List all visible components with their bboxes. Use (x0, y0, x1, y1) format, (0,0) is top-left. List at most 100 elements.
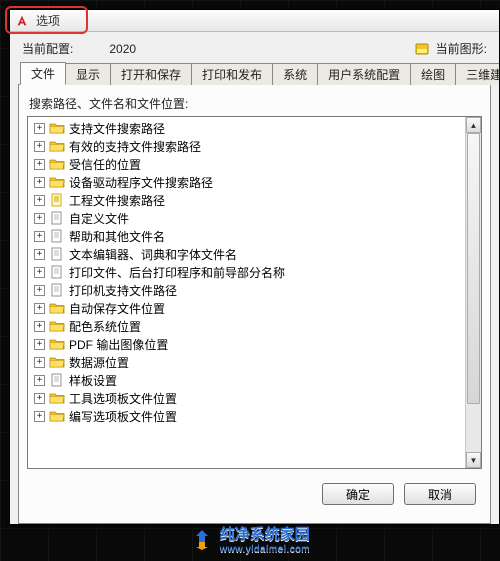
tree-node[interactable]: + 数据源位置 (34, 353, 465, 371)
tree-node-label: 工具选项板文件位置 (69, 390, 177, 407)
tab-files[interactable]: 文件 (20, 62, 66, 85)
current-profile-label: 当前配置: (22, 40, 73, 57)
tab-panel-files: 搜索路径、文件名和文件位置: + 支持文件搜索路径 + 有效的支持文件搜索路径 + 受信任… (18, 85, 491, 524)
file-icon (49, 265, 65, 279)
tree-node[interactable]: + 自动保存文件位置 (34, 299, 465, 317)
tab-label: 用户系统配置 (328, 68, 400, 82)
folder-icon (49, 175, 65, 189)
scroll-up-button[interactable]: ▲ (466, 117, 481, 133)
file-icon (49, 211, 65, 225)
tree-node-label: 有效的支持文件搜索路径 (69, 138, 201, 155)
file-icon (49, 247, 65, 261)
button-label: 确定 (346, 486, 370, 503)
tree-expander[interactable]: + (34, 321, 45, 332)
folder-icon (49, 337, 65, 351)
tab-system[interactable]: 系统 (272, 63, 318, 85)
tree-node[interactable]: + 编写选项板文件位置 (34, 407, 465, 425)
current-drawing-label: 当前图形: (436, 40, 487, 57)
tree-expander[interactable]: + (34, 303, 45, 314)
tree-expander[interactable]: + (34, 231, 45, 242)
scroll-thumb[interactable] (467, 133, 480, 404)
scroll-track[interactable] (466, 133, 481, 452)
tab-label: 文件 (31, 67, 55, 81)
tree-node-label: 工程文件搜索路径 (69, 192, 165, 209)
dialog-title: 选项 (36, 12, 60, 29)
tab-plot-publish[interactable]: 打印和发布 (191, 63, 273, 85)
tab-label: 显示 (76, 68, 100, 82)
watermark: 纯净系统家园 www.yidaimei.com (0, 523, 500, 555)
cancel-button[interactable]: 取消 (404, 483, 476, 505)
tree-node[interactable]: +配色系统位置 (34, 317, 465, 335)
panel-label: 搜索路径、文件名和文件位置: (29, 95, 482, 112)
vertical-scrollbar[interactable]: ▲ ▼ (465, 117, 481, 468)
tab-label: 绘图 (421, 68, 445, 82)
tree-expander[interactable]: + (34, 213, 45, 224)
watermark-title: 纯净系统家园 (220, 526, 310, 543)
tree-expander[interactable]: + (34, 411, 45, 422)
tab-3d-modeling[interactable]: 三维建模 (455, 63, 499, 85)
tab-display[interactable]: 显示 (65, 63, 111, 85)
tree-node[interactable]: + 打印文件、后台打印程序和前导部分名称 (34, 263, 465, 281)
tree-node[interactable]: + 自定义文件 (34, 209, 465, 227)
folder-icon (49, 121, 65, 135)
folder-icon (49, 391, 65, 405)
tab-user-prefs[interactable]: 用户系统配置 (317, 63, 411, 85)
tree-expander[interactable]: + (34, 357, 45, 368)
tree-node[interactable]: + 受信任的位置 (34, 155, 465, 173)
tree-expander[interactable]: + (34, 123, 45, 134)
tree-expander[interactable]: + (34, 177, 45, 188)
tree-expander[interactable]: + (34, 195, 45, 206)
tree-node[interactable]: + 样板设置 (34, 371, 465, 389)
tree-node-label: 设备驱动程序文件搜索路径 (69, 174, 213, 191)
titlebar[interactable]: 选项 (10, 10, 499, 32)
tree-node[interactable]: + 工程文件搜索路径 (34, 191, 465, 209)
current-profile-value: 2020 (109, 42, 136, 56)
scroll-down-button[interactable]: ▼ (466, 452, 481, 468)
tree-expander[interactable]: + (34, 393, 45, 404)
tab-label: 打开和保存 (121, 68, 181, 82)
tree-node[interactable]: +PDF 输出图像位置 (34, 335, 465, 353)
watermark-logo-icon (190, 527, 214, 551)
tree-expander[interactable]: + (34, 285, 45, 296)
file-alt-icon (49, 193, 65, 207)
tab-label: 系统 (283, 68, 307, 82)
tree-node-label: 帮助和其他文件名 (69, 228, 165, 245)
options-dialog: 选项 当前配置: 2020 当前图形: 文件 显示 打开和保存 打印和发布 系统… (9, 9, 500, 525)
tree-node[interactable]: +文本编辑器、词典和字体文件名 (34, 245, 465, 263)
tree-expander[interactable]: + (34, 267, 45, 278)
tree-container: + 支持文件搜索路径 + 有效的支持文件搜索路径 + 受信任的位置 + 设备驱动程序文件搜索路… (27, 116, 482, 469)
tab-open-save[interactable]: 打开和保存 (110, 63, 192, 85)
path-tree[interactable]: + 支持文件搜索路径 + 有效的支持文件搜索路径 + 受信任的位置 + 设备驱动程序文件搜索路… (28, 117, 465, 468)
tree-node-label: 自动保存文件位置 (69, 300, 165, 317)
tree-node[interactable]: + 设备驱动程序文件搜索路径 (34, 173, 465, 191)
tree-expander[interactable]: + (34, 339, 45, 350)
file-icon (49, 283, 65, 297)
folder-icon (49, 355, 65, 369)
folder-icon (49, 157, 65, 171)
tree-node-label: 打印文件、后台打印程序和前导部分名称 (69, 264, 285, 281)
app-icon (14, 13, 30, 29)
tree-node[interactable]: + 支持文件搜索路径 (34, 119, 465, 137)
folder-icon (49, 301, 65, 315)
file-icon (49, 229, 65, 243)
tree-node-label: 受信任的位置 (69, 156, 141, 173)
tree-expander[interactable]: + (34, 375, 45, 386)
tree-expander[interactable]: + (34, 141, 45, 152)
tree-node-label: 自定义文件 (69, 210, 129, 227)
tree-expander[interactable]: + (34, 249, 45, 260)
tab-strip: 文件 显示 打开和保存 打印和发布 系统 用户系统配置 绘图 三维建模 选择 (18, 63, 491, 85)
tree-node-label: 数据源位置 (69, 354, 129, 371)
tree-expander[interactable]: + (34, 159, 45, 170)
tab-label: 三维建模 (466, 68, 499, 82)
tree-node-label: 样板设置 (69, 372, 117, 389)
tree-node[interactable]: + 有效的支持文件搜索路径 (34, 137, 465, 155)
tree-node[interactable]: + 工具选项板文件位置 (34, 389, 465, 407)
tree-node[interactable]: + 帮助和其他文件名 (34, 227, 465, 245)
dialog-content: 当前配置: 2020 当前图形: 文件 显示 打开和保存 打印和发布 系统 用户… (10, 32, 499, 524)
ok-button[interactable]: 确定 (322, 483, 394, 505)
tree-node-label: 支持文件搜索路径 (69, 120, 165, 137)
profile-row: 当前配置: 2020 当前图形: (18, 40, 491, 63)
tree-node[interactable]: +打印机支持文件路径 (34, 281, 465, 299)
tree-node-label: 编写选项板文件位置 (69, 408, 177, 425)
tab-drafting[interactable]: 绘图 (410, 63, 456, 85)
